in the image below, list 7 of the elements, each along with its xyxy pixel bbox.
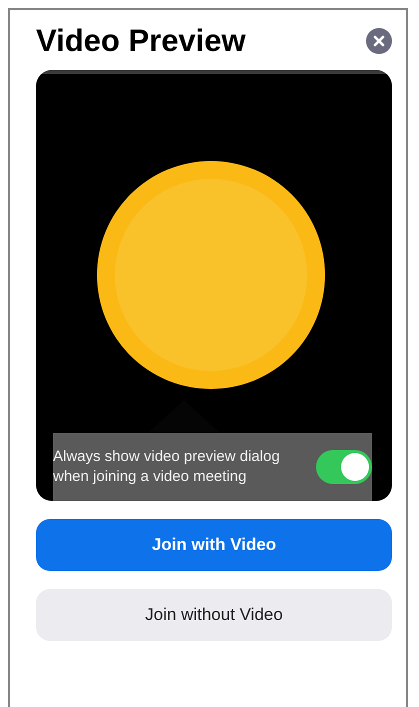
close-icon (366, 28, 392, 54)
close-button[interactable] (366, 28, 392, 54)
toggle-switch[interactable] (316, 450, 372, 484)
dialog-title: Video Preview (36, 23, 246, 59)
join-with-video-button[interactable]: Join with Video (36, 519, 392, 571)
join-without-video-button[interactable]: Join without Video (36, 589, 392, 641)
setting-label: Always show video preview dialog when joining a video meeting (53, 447, 281, 487)
